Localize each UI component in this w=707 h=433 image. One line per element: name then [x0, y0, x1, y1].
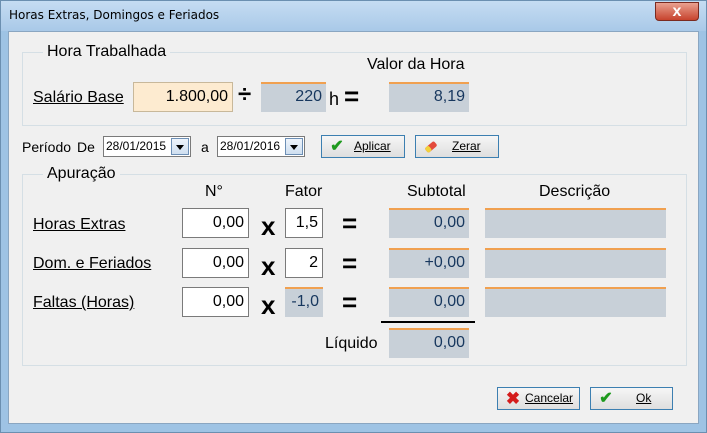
date-from-value: 28/01/2015	[106, 139, 167, 153]
de-label: De	[77, 139, 95, 155]
ok-button-label: Ok	[636, 391, 652, 405]
date-to-value: 28/01/2016	[220, 139, 281, 153]
dom-feriados-fator-input[interactable]: 2	[285, 248, 323, 278]
x-mark-icon: ✖	[505, 389, 521, 408]
valor-da-hora-field: 8,19	[389, 82, 469, 112]
total-separator-line	[381, 321, 475, 323]
horas-extras-fator-input[interactable]: 1,5	[285, 208, 323, 238]
check-icon: ✔	[330, 138, 344, 155]
col-header-fator: Fator	[285, 183, 323, 200]
col-header-subtotal: Subtotal	[407, 183, 466, 200]
liquido-label: Líquido	[325, 335, 378, 352]
equals-symbol: =	[342, 287, 358, 317]
salario-base-label: Salário Base	[33, 89, 124, 106]
window-title: Horas Extras, Domingos e Feriados	[9, 8, 220, 22]
dialog-window: Horas Extras, Domingos e Feriados x Hora…	[0, 0, 707, 433]
eraser-icon	[422, 138, 440, 156]
horas-unit-label: h	[329, 89, 340, 109]
divide-symbol: ÷	[238, 81, 252, 108]
aplicar-button[interactable]: ✔ Aplicar	[321, 135, 405, 158]
faltas-descricao	[485, 287, 666, 317]
hora-trabalhada-legend: Hora Trabalhada	[47, 43, 167, 60]
salario-base-input[interactable]: 1.800,00	[133, 82, 233, 112]
date-to-picker[interactable]: 28/01/2016	[217, 136, 305, 157]
col-header-descricao: Descrição	[539, 183, 611, 200]
row-label-dom-feriados: Dom. e Feriados	[33, 255, 152, 272]
times-symbol: x	[261, 211, 276, 241]
horas-extras-quantidade-input[interactable]: 0,00	[182, 208, 249, 238]
times-symbol: x	[261, 251, 276, 281]
row-label-faltas: Faltas (Horas)	[33, 294, 135, 311]
dom-feriados-descricao	[485, 248, 666, 278]
check-icon: ✔	[599, 390, 613, 407]
zerar-button[interactable]: Zerar	[415, 135, 499, 158]
close-button[interactable]: x	[655, 2, 699, 21]
cancelar-button-label: Cancelar	[525, 391, 574, 405]
liquido-field: 0,00	[389, 328, 469, 358]
col-header-numero: N°	[205, 183, 223, 200]
date-from-picker[interactable]: 28/01/2015	[103, 136, 191, 157]
ok-button[interactable]: ✔ Ok	[590, 387, 673, 410]
cancelar-button[interactable]: ✖ Cancelar	[497, 387, 580, 410]
dom-feriados-subtotal: +0,00	[389, 248, 469, 278]
valor-da-hora-label: Valor da Hora	[367, 56, 465, 73]
times-symbol: x	[261, 290, 276, 320]
periodo-label: Período	[22, 139, 72, 155]
faltas-quantidade-input[interactable]: 0,00	[182, 287, 249, 317]
dom-feriados-quantidade-input[interactable]: 0,00	[182, 248, 249, 278]
equals-symbol: =	[342, 208, 358, 238]
aplicar-button-label: Aplicar	[354, 139, 391, 153]
horas-mensais-field: 220	[261, 82, 326, 112]
horas-extras-subtotal: 0,00	[389, 208, 469, 238]
zerar-button-label: Zerar	[452, 139, 481, 153]
a-label: a	[201, 139, 209, 155]
faltas-fator-field: -1,0	[285, 287, 323, 317]
close-icon: x	[672, 3, 682, 20]
chevron-down-icon[interactable]	[171, 138, 189, 155]
title-bar[interactable]: Horas Extras, Domingos e Feriados x	[1, 1, 706, 31]
row-label-horas-extras: Horas Extras	[33, 216, 126, 233]
faltas-subtotal: 0,00	[389, 287, 469, 317]
chevron-down-icon[interactable]	[285, 138, 303, 155]
apuracao-legend: Apuração	[47, 165, 116, 182]
equals-symbol: =	[344, 81, 360, 111]
dialog-body: Hora Trabalhada Valor da Hora Salário Ba…	[8, 31, 699, 424]
equals-symbol: =	[342, 248, 358, 278]
horas-extras-descricao	[485, 208, 666, 238]
